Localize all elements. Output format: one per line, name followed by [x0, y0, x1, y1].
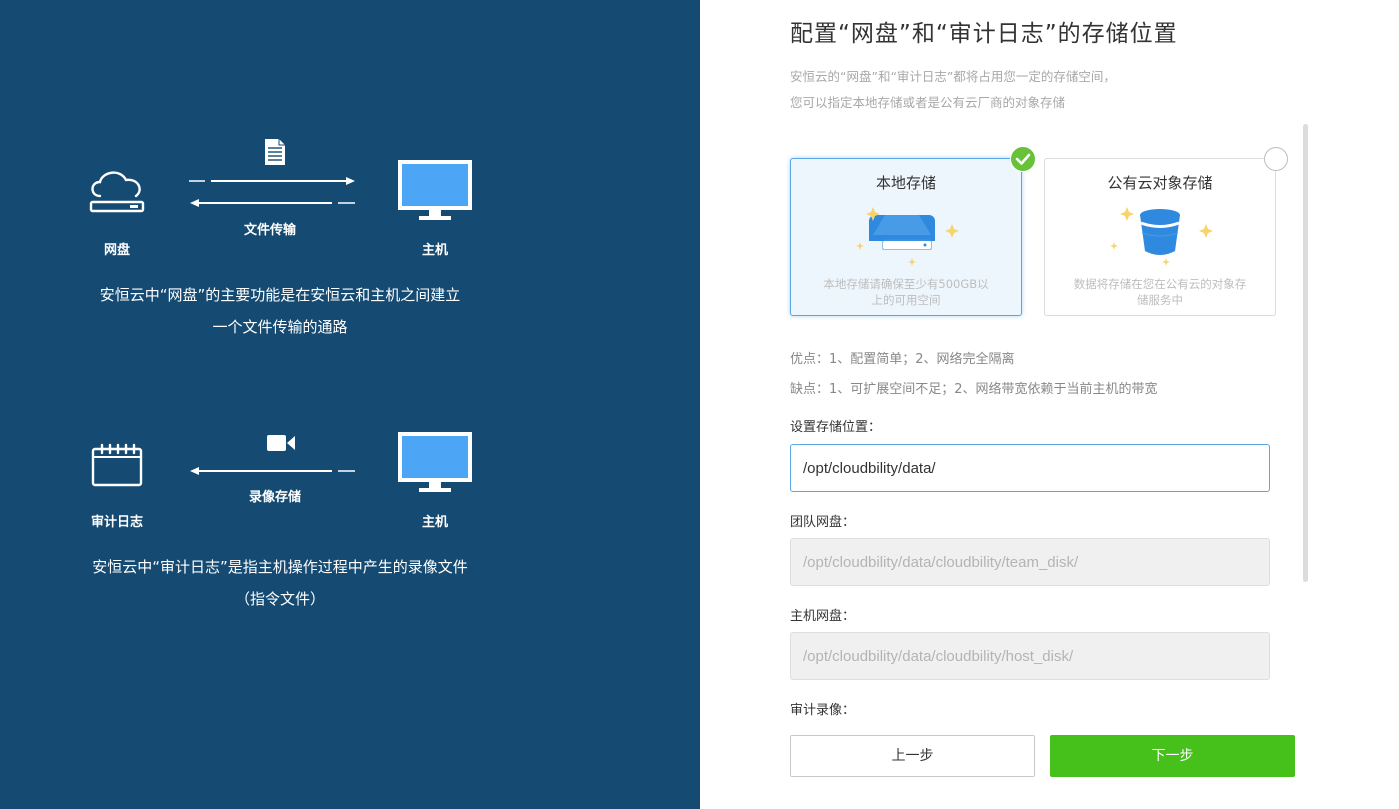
intro-panel: 网盘 文件传输 主机 安恒云中“网盘”的主要功能是在安恒云和主机之间建立 一个文… [0, 0, 700, 809]
cloud-storage-description: 数据将存储在您在公有云的对象存储服务中 [1073, 277, 1247, 307]
page-subtitle: 安恒云的“网盘”和“审计日志”都将占用您一定的存储空间， 您可以指定本地存储或者… [790, 69, 1116, 110]
storage-location-label: 设置存储位置： [790, 420, 882, 435]
hard-drive-icon [856, 207, 959, 266]
page-title: 配置“网盘”和“审计日志”的存储位置 [790, 21, 1178, 47]
next-step-button[interactable]: 下一步 [1050, 735, 1295, 777]
cloud-storage-option[interactable]: 公有云对象存储 数据将存储在您在公有云的对象存储服务中 [1044, 158, 1276, 316]
scrollbar[interactable] [1303, 124, 1308, 582]
pros-text: 优点：1、配置简单；2、网络完全隔离 [790, 352, 1015, 367]
audit-log-label: 审计日志 [90, 515, 143, 530]
audit-recording-label: 审计录像： [790, 703, 856, 718]
storage-location-input[interactable] [790, 444, 1270, 492]
audit-log-description: 安恒云中“审计日志”是指主机操作过程中产生的录像文件 （指令文件） [92, 558, 468, 608]
video-storage-label: 录像存储 [248, 490, 301, 505]
bidirectional-arrows [189, 177, 355, 207]
audit-log-icon [91, 443, 143, 487]
document-icon [265, 139, 285, 165]
left-arrow [190, 467, 355, 475]
storage-config-panel: 配置“网盘”和“审计日志”的存储位置 安恒云的“网盘”和“审计日志”都将占用您一… [700, 0, 1399, 809]
host-label-1: 主机 [421, 243, 448, 258]
bucket-icon [1110, 207, 1213, 266]
team-disk-label: 团队网盘： [790, 515, 856, 530]
network-disk-description: 安恒云中“网盘”的主要功能是在安恒云和主机之间建立 一个文件传输的通路 [99, 286, 461, 336]
local-storage-option[interactable]: 本地存储 本地存储请确保至少有500GB以上的可用空间 [790, 158, 1022, 316]
video-camera-icon [267, 435, 295, 451]
team-disk-input [790, 538, 1270, 586]
host-disk-label: 主机网盘： [790, 609, 856, 624]
selected-check-icon [1010, 146, 1036, 172]
monitor-icon [398, 432, 472, 492]
monitor-icon [398, 160, 472, 220]
host-disk-input [790, 632, 1270, 680]
previous-step-button[interactable]: 上一步 [790, 735, 1035, 777]
unselected-radio-icon[interactable] [1264, 147, 1288, 171]
network-disk-label: 网盘 [103, 243, 130, 258]
local-storage-description: 本地存储请确保至少有500GB以上的可用空间 [823, 277, 989, 307]
cloud-drive-icon [89, 171, 145, 213]
host-label-2: 主机 [421, 515, 448, 530]
file-transfer-label: 文件传输 [243, 223, 296, 238]
cons-text: 缺点：1、可扩展空间不足；2、网络带宽依赖于当前主机的带宽 [790, 382, 1158, 397]
